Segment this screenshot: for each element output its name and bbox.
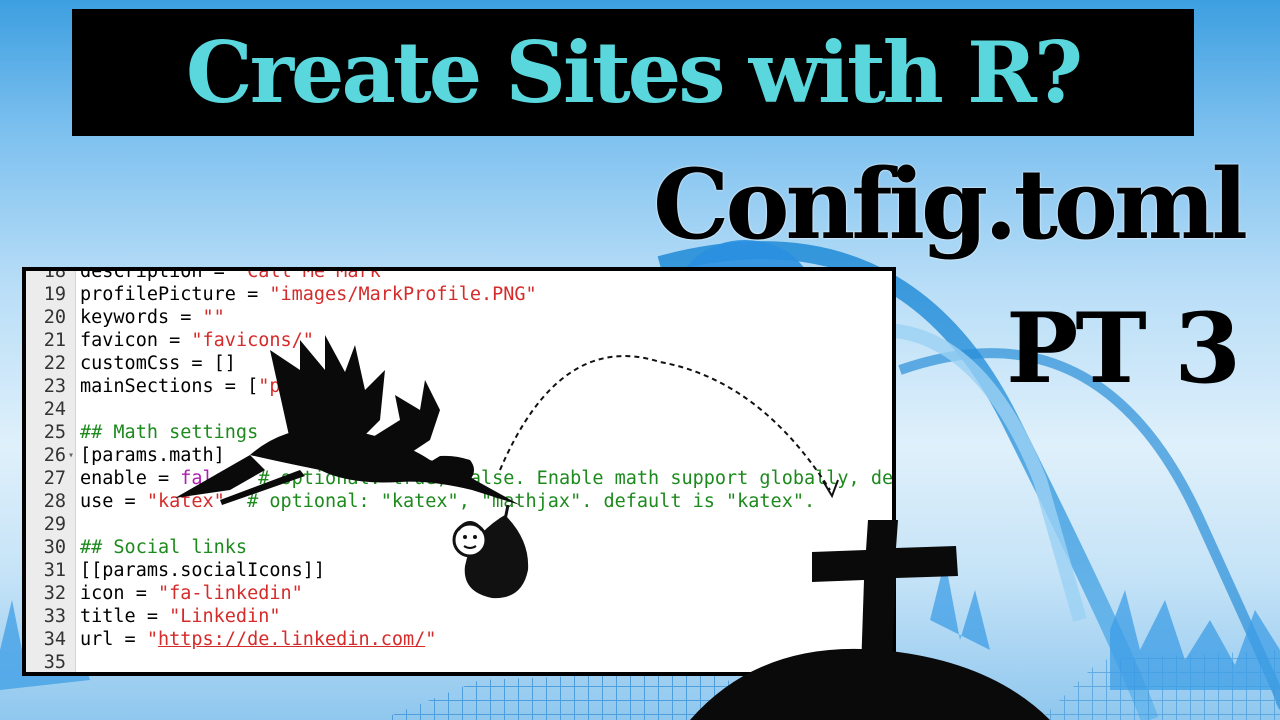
code-token: "post"	[258, 376, 326, 397]
line-number: 32	[43, 583, 66, 604]
code-text: use = "katex" # optional: "katex", "math…	[80, 490, 815, 513]
code-token: use =	[80, 491, 147, 512]
line-number: 33	[43, 606, 66, 627]
code-line: 32 icon = "fa-linkedin"	[26, 582, 892, 605]
code-token: "	[146, 629, 158, 650]
line-number: 27	[43, 468, 66, 489]
part-label: PT 3	[1006, 292, 1241, 405]
code-token: "Call Me Mark"	[235, 271, 392, 282]
code-text: icon = "fa-linkedin"	[80, 582, 303, 605]
code-line: 18 description = "Call Me Mark"	[26, 271, 892, 283]
code-text: [params.math]	[80, 444, 225, 467]
code-token: icon =	[80, 583, 158, 604]
code-line: 25 ## Math settings	[26, 421, 892, 444]
code-line: 35	[26, 651, 892, 672]
line-number: 30	[43, 537, 66, 558]
code-line: 34 url = "https://de.linkedin.com/"	[26, 628, 892, 651]
code-editor-screenshot: 18 description = "Call Me Mark" 19 profileP…	[22, 267, 896, 676]
code-token: ## Math settings	[80, 422, 259, 443]
code-line: 29	[26, 513, 892, 536]
code-text: keywords = ""	[80, 306, 225, 329]
code-line: 26 ▾ [params.math]	[26, 444, 892, 467]
code-text: [[params.socialIcons]]	[80, 559, 325, 582]
code-text: mainSections = ["post"]	[80, 375, 336, 398]
line-number: 35	[43, 652, 66, 672]
code-token: enable =	[80, 468, 181, 489]
code-line: 19 profilePicture = "images/MarkProfile.P…	[26, 283, 892, 306]
line-number: 19	[43, 284, 66, 305]
code-line: 33 title = "Linkedin"	[26, 605, 892, 628]
code-line: 20 keywords = ""	[26, 306, 892, 329]
code-token: # optional: true, false. Enable math sup…	[258, 468, 892, 489]
code-line: 23 mainSections = ["post"]	[26, 375, 892, 398]
code-line: 30 ## Social links	[26, 536, 892, 559]
line-number: 18	[43, 271, 66, 282]
code-line: 21 favicon = "favicons/"	[26, 329, 892, 352]
code-token: # optional: "katex", "mathjax". default …	[224, 491, 816, 512]
fold-toggle-icon[interactable]: ▾	[68, 444, 74, 467]
line-number: 25	[43, 422, 66, 443]
code-token: "Linkedin"	[169, 606, 281, 627]
code-token: "fa-linkedin"	[157, 583, 303, 604]
code-token: [params.math]	[80, 445, 225, 466]
code-text: description = "Call Me Mark"	[80, 271, 392, 283]
code-text: url = "https://de.linkedin.com/"	[80, 628, 436, 651]
code-line: 24	[26, 398, 892, 421]
line-number: 22	[43, 353, 66, 374]
subtitle-filename: Config.toml	[653, 148, 1248, 261]
code-text: favicon = "favicons/"	[80, 329, 314, 352]
code-token: ""	[202, 307, 225, 328]
code-text: customCss = []	[80, 352, 236, 375]
line-number: 31	[43, 560, 66, 581]
line-number: 23	[43, 376, 66, 397]
code-token: ## Social links	[80, 537, 248, 558]
code-text: ## Social links	[80, 536, 247, 559]
line-number: 21	[43, 330, 66, 351]
code-token: ]	[325, 376, 337, 397]
video-title: Create Sites with R?	[185, 23, 1083, 122]
line-number: 34	[43, 629, 66, 650]
code-token: [[params.socialIcons]]	[80, 560, 326, 581]
code-text: title = "Linkedin"	[80, 605, 281, 628]
code-line: 31 [[params.socialIcons]]	[26, 559, 892, 582]
line-number: 20	[43, 307, 66, 328]
code-token: false	[180, 468, 236, 489]
line-number: 29	[43, 514, 66, 535]
code-text: enable = false # optional: true, false. …	[80, 467, 892, 490]
code-line: 28 use = "katex" # optional: "katex", "ma…	[26, 490, 892, 513]
code-token: url =	[80, 629, 147, 650]
code-token: "favicons/"	[191, 330, 314, 351]
code-token: "	[425, 629, 437, 650]
code-line: 22 customCss = []	[26, 352, 892, 375]
line-number: 26	[43, 445, 66, 466]
line-number: 24	[43, 399, 66, 420]
code-text: ## Math settings	[80, 421, 258, 444]
code-token: title =	[80, 606, 170, 627]
code-lines: 18 description = "Call Me Mark" 19 profileP…	[26, 271, 892, 672]
code-token: "images/MarkProfile.PNG"	[269, 284, 537, 305]
code-token: https://de.linkedin.com/	[157, 629, 426, 650]
code-token: profilePicture =	[80, 284, 270, 305]
code-token: mainSections = [	[80, 376, 259, 397]
line-number: 28	[43, 491, 66, 512]
code-line: 27 enable = false # optional: true, false…	[26, 467, 892, 490]
code-token: favicon =	[80, 330, 192, 351]
code-editor-body: 18 description = "Call Me Mark" 19 profileP…	[26, 271, 892, 672]
code-token: "katex"	[146, 491, 225, 512]
title-banner: Create Sites with R?	[72, 9, 1194, 136]
code-text: profilePicture = "images/MarkProfile.PNG…	[80, 283, 537, 306]
code-token: keywords =	[80, 307, 203, 328]
code-token: customCss = []	[80, 353, 236, 374]
code-token: description =	[80, 271, 236, 282]
